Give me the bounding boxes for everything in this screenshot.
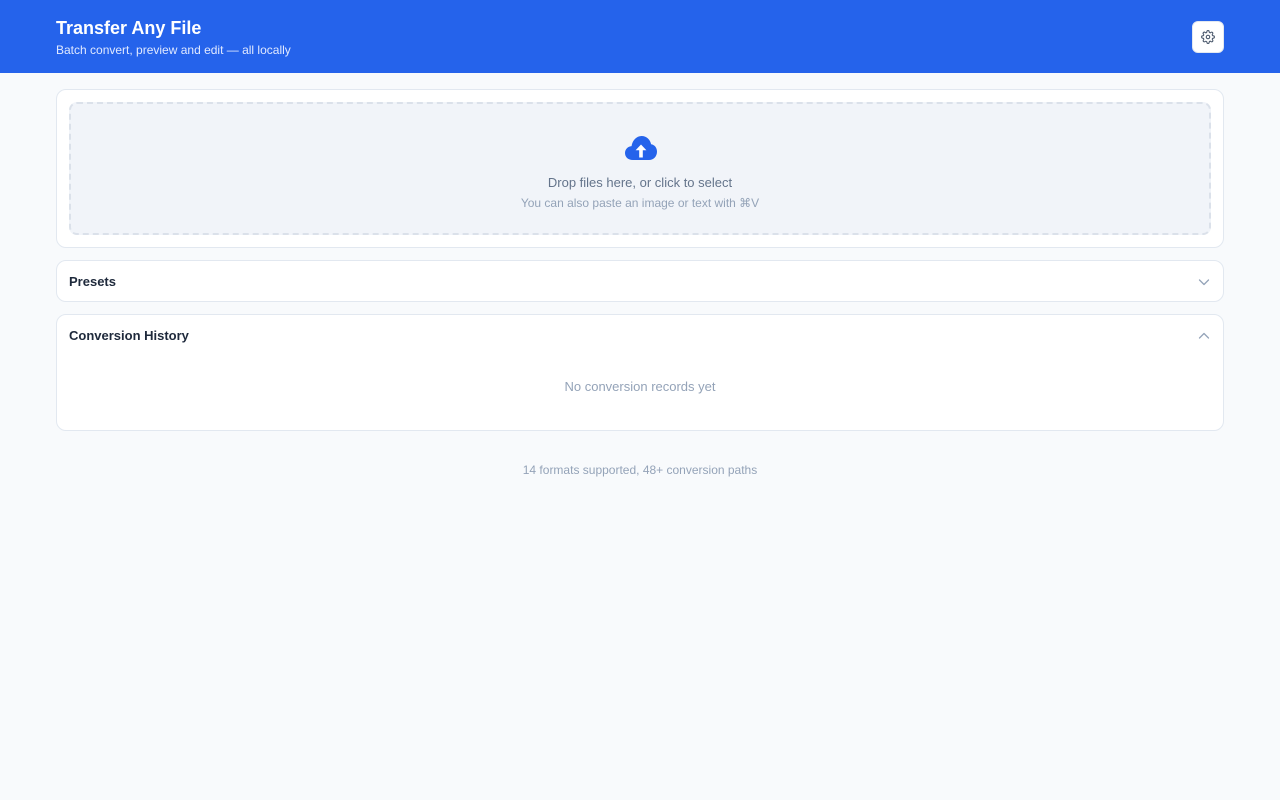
file-dropzone[interactable]: Drop files here, or click to select You … (69, 102, 1211, 235)
app-title: Transfer Any File (56, 18, 202, 38)
upload-card: Drop files here, or click to select You … (56, 89, 1224, 248)
footer-stats: 14 formats supported, 48+ conversion pat… (522, 463, 758, 477)
chevron-up-icon (1198, 332, 1210, 339)
conversion-history-section: Conversion History No conversion records… (56, 314, 1224, 431)
presets-title: Presets (69, 274, 116, 289)
conversion-history-title: Conversion History (69, 328, 189, 343)
app-subtitle: Batch convert, preview and edit — all lo… (56, 43, 291, 57)
history-empty-state: No conversion records yet (564, 379, 716, 394)
cloud-upload-icon (625, 136, 657, 160)
gear-icon (1201, 30, 1215, 44)
presets-section[interactable]: Presets (56, 260, 1224, 302)
conversion-history-header[interactable]: Conversion History (57, 315, 1223, 357)
drop-instructions: Drop files here, or click to select (547, 175, 733, 190)
app-header: Transfer Any File Batch convert, preview… (0, 0, 1280, 73)
settings-button[interactable] (1192, 21, 1224, 53)
chevron-down-icon (1198, 279, 1210, 286)
paste-hint: You can also paste an image or text with… (520, 196, 760, 210)
